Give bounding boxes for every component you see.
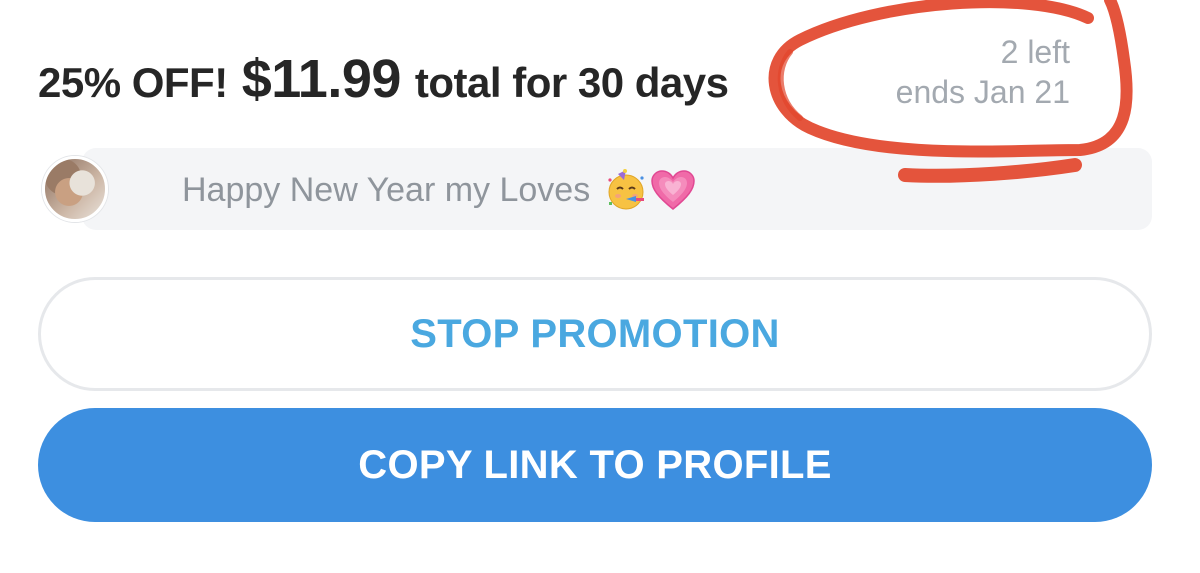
promotion-summary: 25% OFF! $11.99 total for 30 days — [38, 48, 729, 118]
promotion-price: $11.99 — [241, 49, 402, 109]
promotion-duration: total for 30 days — [414, 59, 729, 106]
copy-link-button[interactable]: COPY LINK TO PROFILE — [38, 408, 1152, 522]
discount-label: 25% OFF! — [38, 59, 228, 106]
message-emojis — [604, 168, 696, 212]
partying-face-icon — [608, 169, 645, 210]
promotion-message: Happy New Year my Loves — [42, 148, 1152, 230]
promotion-meta: 2 left ends Jan 21 — [896, 32, 1070, 112]
end-date: ends Jan 21 — [895, 74, 1070, 110]
promotion-card: 25% OFF! $11.99 total for 30 days 2 left… — [0, 0, 1200, 573]
message-text: Happy New Year my Loves — [182, 170, 591, 209]
growing-heart-icon — [651, 170, 695, 210]
remaining-count: 2 left — [1000, 34, 1070, 70]
message-content: Happy New Year my Loves — [182, 168, 696, 212]
stop-promotion-button[interactable]: STOP PROMOTION — [38, 277, 1152, 391]
avatar[interactable] — [42, 156, 108, 222]
